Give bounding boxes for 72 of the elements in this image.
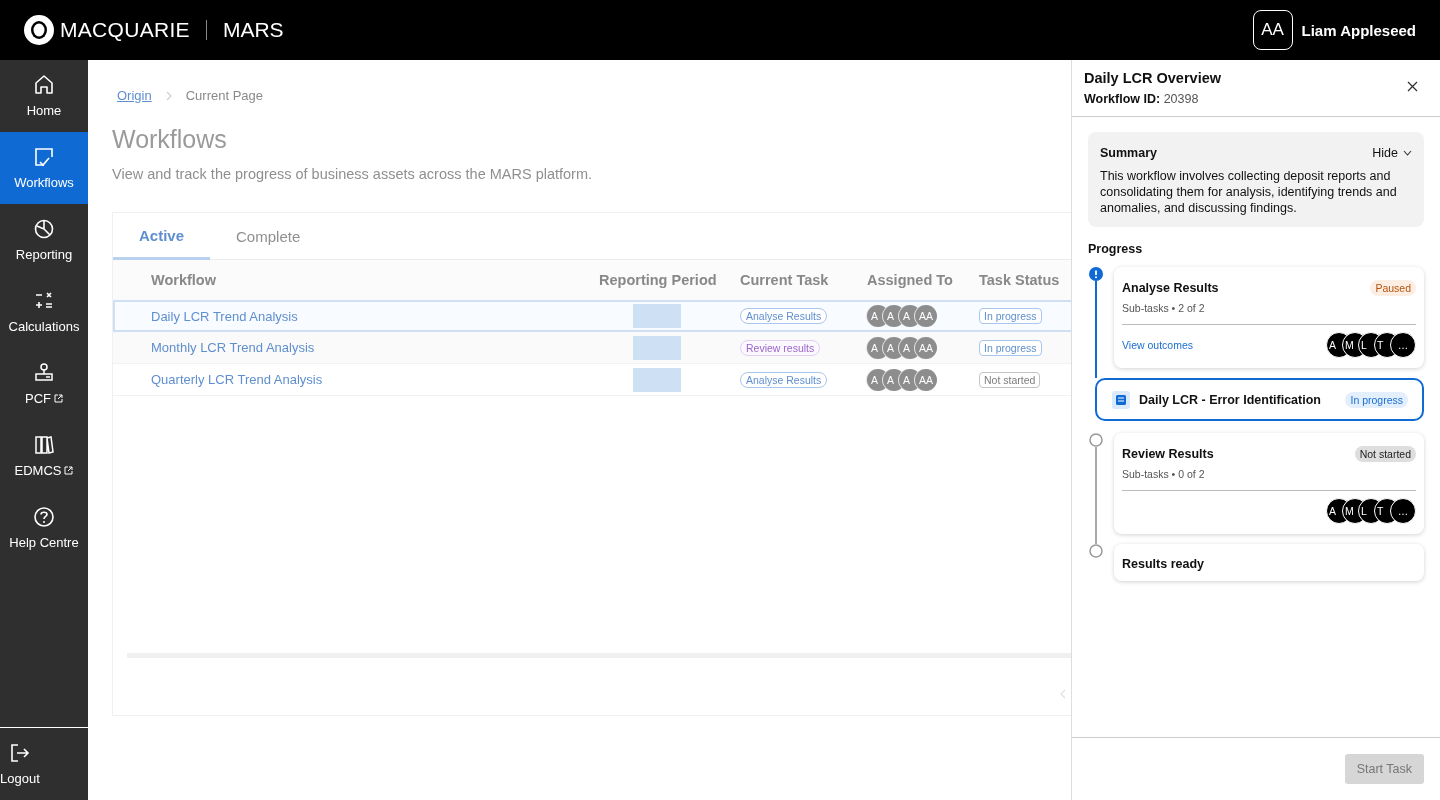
workflow-link[interactable]: Daily LCR Trend Analysis xyxy=(151,308,599,324)
column-header: Assigned To xyxy=(867,272,954,288)
scrollbar[interactable] xyxy=(127,653,1071,658)
view-outcomes-link[interactable]: View outcomes xyxy=(1122,339,1193,351)
column-header: Reporting Period xyxy=(599,272,718,288)
chevron-left-icon xyxy=(1060,689,1066,699)
logout-button[interactable]: Logout xyxy=(0,728,40,800)
tab[interactable]: Complete xyxy=(210,213,327,259)
column-header: Task Status xyxy=(979,272,1061,288)
task-tag: Review results xyxy=(740,339,821,356)
column-header: Workflow xyxy=(151,272,217,288)
assignee-avatar: AA xyxy=(915,336,937,359)
status-tag: Not started xyxy=(979,371,1041,388)
step-title: Review Results xyxy=(1122,447,1214,461)
logo-icon xyxy=(24,15,54,45)
column-header: Current Task xyxy=(740,272,830,288)
nav-icon xyxy=(33,74,55,96)
page-subtitle: View and track the progress of business assets across the MARS platform. xyxy=(112,166,594,182)
status-badge: Not started xyxy=(1354,446,1416,462)
page-title: Workflows xyxy=(112,125,228,154)
user-avatar[interactable]: AA xyxy=(1252,10,1293,50)
breadcrumb-link[interactable]: Origin xyxy=(117,88,152,103)
nav-item[interactable]: Help Centre xyxy=(0,492,88,564)
nav-item[interactable]: EDMCS xyxy=(0,420,88,492)
status-tag: In progress xyxy=(979,308,1042,324)
assignee-avatar: … xyxy=(1390,498,1416,524)
summary-text: This workflow involves collecting deposit reports and consolidating them for analysis, identifying trends and anomalies, and discussing findings. xyxy=(1100,168,1398,216)
nav-icon xyxy=(33,146,55,168)
assignee-avatar: AA xyxy=(915,368,937,391)
workflow-link[interactable]: Monthly LCR Trend Analysis xyxy=(151,340,599,355)
nav-icon xyxy=(33,434,55,456)
status-badge: Paused xyxy=(1370,280,1416,296)
assignee-avatar: … xyxy=(1390,332,1416,358)
breadcrumb-current: Current Page xyxy=(185,88,263,103)
step-title: Results ready xyxy=(1122,557,1204,571)
nav-icon xyxy=(33,506,55,528)
assignee-avatar: AA xyxy=(915,305,937,327)
user-name: Liam Appleseed xyxy=(1301,21,1416,39)
period-placeholder xyxy=(633,335,681,360)
nav-item[interactable]: Calculations xyxy=(0,276,88,348)
status-badge: In progress xyxy=(1345,391,1408,408)
product-name: MARS xyxy=(222,18,284,42)
nav-item[interactable]: Workflows xyxy=(0,132,88,204)
task-tag: Analyse Results xyxy=(740,371,828,388)
progress-label: Progress xyxy=(1088,242,1144,256)
chevron-right-icon xyxy=(165,90,172,101)
status-tag: In progress xyxy=(979,339,1042,356)
nav-icon xyxy=(33,362,55,384)
nav-item[interactable]: PCF xyxy=(0,348,88,420)
period-placeholder xyxy=(633,367,681,392)
workflow-id: Workflow ID: 20398 xyxy=(1084,92,1200,106)
period-placeholder xyxy=(633,304,681,328)
table-row[interactable]: Monthly LCR Trend Analysis Review results A A A AA In progress xyxy=(113,332,1071,364)
table-row[interactable]: Daily LCR Trend Analysis Analyse Results A A A AA In progress xyxy=(113,300,1071,332)
subtask-count: Sub-tasks • 2 of 2 xyxy=(1122,302,1206,314)
task-tag: Analyse Results xyxy=(740,308,828,324)
chevron-icon xyxy=(1403,150,1412,156)
close-icon xyxy=(1407,81,1418,92)
nav-item[interactable]: Reporting xyxy=(0,204,88,276)
subtask-row[interactable]: Daily LCR - Error Identification In progress xyxy=(1095,378,1424,421)
panel-title: Daily LCR Overview xyxy=(1084,70,1221,86)
brand-name: MACQUARIE xyxy=(60,18,190,42)
logout-icon xyxy=(8,742,31,764)
workflow-link[interactable]: Quarterly LCR Trend Analysis xyxy=(151,372,599,387)
checklist-icon xyxy=(1112,390,1130,409)
hide-toggle[interactable]: Hide xyxy=(1372,146,1412,160)
summary-title: Summary xyxy=(1100,146,1157,160)
step-title: Analyse Results xyxy=(1122,281,1219,295)
subtask-count: Sub-tasks • 0 of 2 xyxy=(1122,468,1206,480)
nav-item[interactable]: Home xyxy=(0,60,88,132)
nav-icon xyxy=(33,218,55,240)
close-button[interactable] xyxy=(1407,81,1418,92)
